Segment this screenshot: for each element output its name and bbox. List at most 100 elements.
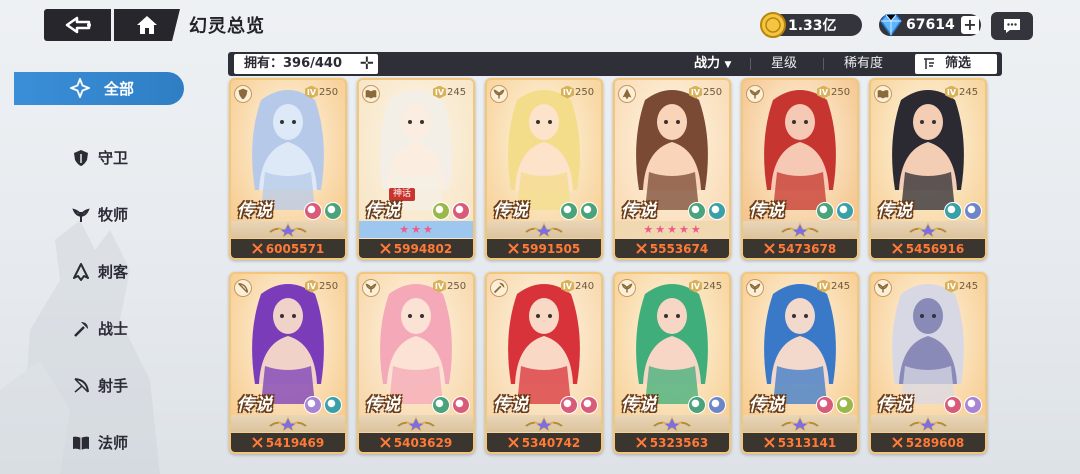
- spirit-card[interactable]: IV 240 传说 5340742: [485, 272, 603, 454]
- tier-strip: [743, 221, 857, 238]
- star-icon: ★: [690, 223, 701, 236]
- star-icon: ★: [655, 223, 666, 236]
- star-icon: ★: [422, 223, 433, 236]
- sidebar-item-archer[interactable]: 射手: [14, 357, 184, 414]
- spirit-card[interactable]: IV 245 传说 5323563: [613, 272, 731, 454]
- tier-strip: [231, 415, 345, 432]
- leaf-wings-icon: [493, 89, 505, 99]
- power-bar: 5289608: [871, 433, 985, 452]
- star-icon: ★: [678, 223, 689, 236]
- sidebar-item-warrior[interactable]: 战士: [14, 300, 184, 357]
- spirit-card[interactable]: IV 250 传说 6005571: [229, 78, 347, 260]
- owned-count[interactable]: 拥有：396/440 ✛: [234, 54, 378, 74]
- power-bar: 5313141: [743, 433, 857, 452]
- filter-button[interactable]: 筛选: [915, 54, 997, 74]
- rank-emblem-icon: [525, 221, 563, 238]
- element-icons: [688, 396, 726, 414]
- sort-by-power[interactable]: 战力 ▼: [694, 52, 731, 76]
- tier-strip: [615, 415, 729, 432]
- gem-amount: 67614: [906, 17, 955, 33]
- filter-label: 筛选: [945, 56, 972, 71]
- spirit-card[interactable]: IV 245 传说 5289608: [869, 272, 987, 454]
- gold-coin-icon: [760, 12, 786, 38]
- crossed-swords-icon: [508, 437, 519, 448]
- level-indicator: IV 250: [305, 85, 338, 99]
- element-icon: [964, 202, 982, 220]
- rank-emblem-icon: [525, 415, 563, 432]
- rarity-label: 传说: [365, 201, 401, 221]
- element-icon: [560, 396, 578, 414]
- sidebar-item-assassin[interactable]: 刺客: [14, 243, 184, 300]
- star-icon: ★: [667, 223, 677, 236]
- spirit-card[interactable]: IV 245 传说 5313141: [741, 272, 859, 454]
- sidebar-item-mage[interactable]: 法师: [14, 414, 184, 471]
- element-icon: [816, 396, 834, 414]
- bow-icon: [238, 282, 249, 293]
- crossed-swords-icon: [252, 243, 263, 254]
- class-badge: [746, 279, 764, 297]
- shield-icon: [74, 150, 88, 166]
- element-icon: [580, 202, 598, 220]
- element-icon: [708, 396, 726, 414]
- spirit-card[interactable]: IV 250 传说 5991505: [485, 78, 603, 260]
- level-value: 250: [447, 280, 467, 292]
- spirit-card[interactable]: IV 250 传说 ★ ★ ★ ★ ★ 5553674: [613, 78, 731, 260]
- leaf-wings-icon: [877, 283, 889, 293]
- rank-badge: IV: [945, 85, 958, 99]
- filter-icon: [924, 58, 934, 69]
- divider: [823, 58, 824, 70]
- power-value: 5991505: [521, 241, 581, 256]
- element-icons: [432, 396, 470, 414]
- rank-emblem-icon: [909, 221, 947, 238]
- rarity-label: 传说: [621, 201, 657, 221]
- rank-badge: IV: [817, 85, 830, 99]
- rarity-label: 传说: [621, 395, 657, 415]
- leaf-wings-icon: [621, 283, 633, 293]
- sidebar-item-label: 战士: [98, 320, 129, 338]
- tier-strip: [487, 415, 601, 432]
- plus-icon[interactable]: ✛: [360, 55, 374, 73]
- crossed-swords-icon: [892, 243, 903, 254]
- tier-strip: [871, 221, 985, 238]
- spirit-card[interactable]: IV 245 传说 5456916: [869, 78, 987, 260]
- level-indicator: IV 240: [561, 279, 594, 293]
- chat-button[interactable]: [991, 12, 1033, 40]
- sidebar-item-priest[interactable]: 牧师: [14, 186, 184, 243]
- spirit-card[interactable]: IV 250 传说 5473678: [741, 78, 859, 260]
- element-icons: [688, 202, 726, 220]
- crossed-swords-icon: [892, 437, 903, 448]
- sort-by-rarity[interactable]: 稀有度: [844, 52, 883, 76]
- power-value: 5403629: [393, 435, 453, 450]
- shield-icon: [238, 88, 248, 100]
- chat-bubble-icon: [1004, 19, 1020, 33]
- spirit-card[interactable]: IV 245 神话 传说 ★ ★ ★ 5994802: [357, 78, 475, 260]
- level-indicator: IV 245: [945, 279, 978, 293]
- sidebar-item-label: 牧师: [98, 206, 129, 224]
- rarity-label: 传说: [365, 395, 401, 415]
- sidebar-item-all[interactable]: 全部: [14, 72, 184, 105]
- spirit-card[interactable]: IV 250 传说 5403629: [357, 272, 475, 454]
- element-icon: [964, 396, 982, 414]
- power-value: 5323563: [649, 435, 709, 450]
- back-button[interactable]: [44, 9, 111, 41]
- spirit-card[interactable]: IV 250 传说 5419469: [229, 272, 347, 454]
- sidebar-item-guardian[interactable]: 守卫: [14, 129, 184, 186]
- book-icon: [365, 90, 377, 99]
- leaf-wings-icon: [749, 89, 761, 99]
- element-icon: [432, 396, 450, 414]
- element-icon: [836, 396, 854, 414]
- star-icon: ★: [411, 223, 421, 236]
- crossed-swords-icon: [508, 243, 519, 254]
- rank-badge: IV: [689, 279, 702, 293]
- element-icons: [944, 396, 982, 414]
- home-button[interactable]: [114, 9, 180, 41]
- add-gems-button[interactable]: +: [961, 16, 979, 34]
- sidebar-item-label: 全部: [104, 80, 135, 98]
- sort-by-star[interactable]: 星级: [771, 52, 797, 76]
- class-badge: [874, 279, 892, 297]
- tier-strip: [231, 221, 345, 238]
- level-value: 250: [703, 86, 723, 98]
- power-value: 5553674: [649, 241, 709, 256]
- power-bar: 5403629: [359, 433, 473, 452]
- element-icon: [452, 202, 470, 220]
